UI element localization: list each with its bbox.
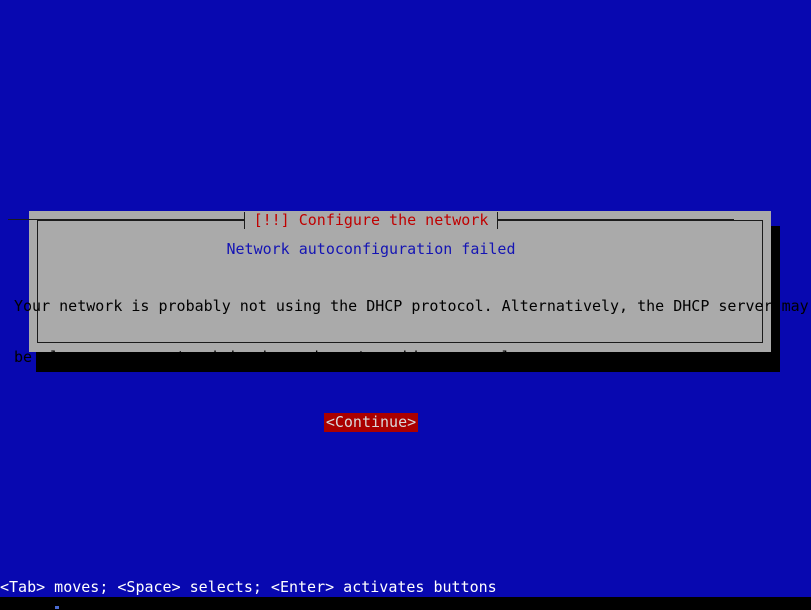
error-headline: Network autoconfiguration failed: [226, 240, 516, 258]
keyboard-help-bar: <Tab> moves; <Space> selects; <Enter> ac…: [0, 578, 811, 597]
console-cursor: [55, 606, 59, 609]
error-description-line: be slow or some network hardware is not …: [14, 348, 529, 366]
dialog-button-row: <Continue>: [10, 413, 732, 432]
dialog-body: Network autoconfiguration failed Your ne…: [10, 232, 809, 432]
installer-screen: [!!] Configure the network Network autoc…: [0, 0, 811, 610]
error-description: Your network is probably not using the D…: [10, 264, 809, 400]
error-description-line: Your network is probably not using the D…: [14, 297, 809, 315]
console-bottom-strip: [0, 597, 811, 610]
continue-button[interactable]: <Continue>: [323, 413, 419, 432]
